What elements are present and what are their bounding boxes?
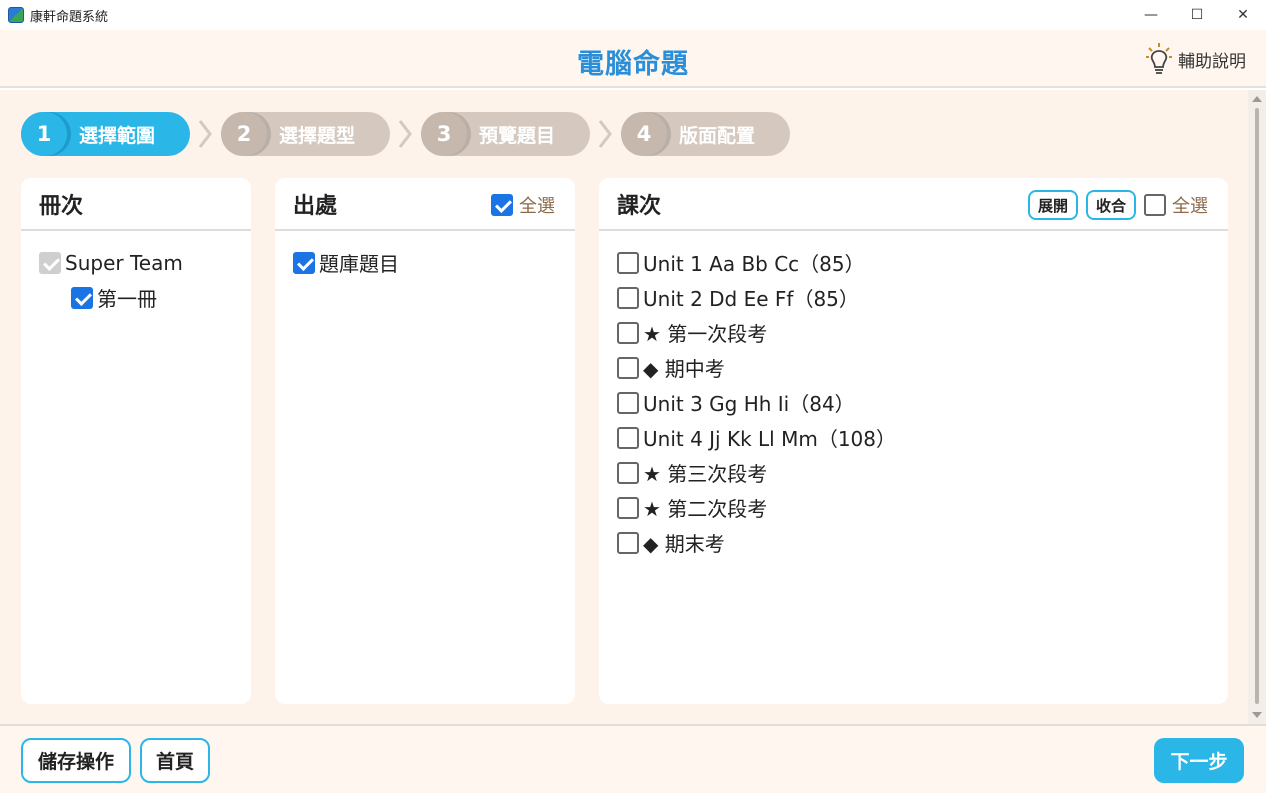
step-select-range[interactable]: 1 選擇範圍 [21,112,190,156]
panel-title: 冊次 [39,193,84,219]
volume-label: 第一冊 [97,287,157,311]
volume-label: Super Team [65,250,183,275]
lesson-label: Unit 1 Aa Bb Cc（85） [643,252,865,276]
step-preview[interactable]: 3 預覽題目 [421,112,590,156]
select-all-checkbox[interactable] [491,194,513,216]
checkbox[interactable] [293,251,315,274]
step-label: 預覽題目 [479,124,556,147]
checkbox[interactable] [617,426,639,449]
lesson-label: ★ 第一次段考 [643,322,768,346]
select-all-label: 全選 [519,196,555,217]
source-label: 題庫題目 [319,252,399,276]
checkbox[interactable] [617,391,639,414]
scroll-down-icon[interactable] [1252,712,1262,718]
lesson-item[interactable]: ◆ 期末考 [617,525,1210,560]
help-label: 輔助說明 [1178,51,1246,72]
checkbox[interactable] [617,496,639,519]
save-button[interactable]: 儲存操作 [21,738,131,783]
lesson-list: Unit 1 Aa Bb Cc（85） Unit 2 Dd Ee Ff（85） … [599,231,1228,574]
checkbox[interactable] [617,286,639,309]
main-area: 1 選擇範圍 2 選擇題型 3 預覽題目 4 版面配置 冊次 Super Tea… [0,90,1248,724]
lesson-item[interactable]: ★ 第二次段考 [617,490,1210,525]
volume-list: Super Team 第一冊 [21,231,251,329]
lesson-label: ★ 第二次段考 [643,497,768,521]
chevron-right-icon [198,120,212,148]
step-layout[interactable]: 4 版面配置 [621,112,790,156]
lesson-item[interactable]: ★ 第三次段考 [617,455,1210,490]
lesson-panel: 課次 展開 收合 全選 Unit 1 Aa Bb Cc（85） Unit 2 D… [599,178,1228,704]
checkbox[interactable] [71,286,93,309]
page-header: 電腦命題 輔助說明 [0,30,1266,88]
panel-title: 出處 [293,193,338,219]
volume-item-series[interactable]: Super Team [39,245,233,280]
chevron-right-icon [398,120,412,148]
lesson-label: ★ 第三次段考 [643,462,768,486]
window-title: 康軒命題系統 [30,9,109,25]
step-number: 4 [621,112,667,156]
checkbox[interactable] [617,461,639,484]
source-list: 題庫題目 [275,231,575,294]
step-number: 2 [221,112,267,156]
page-footer: 儲存操作 首頁 下一步 [0,724,1266,793]
lesson-header-controls: 展開 收合 全選 [1027,190,1208,220]
lesson-item[interactable]: Unit 4 Jj Kk Ll Mm（108） [617,420,1210,455]
vertical-scrollbar[interactable] [1248,90,1266,724]
chevron-right-icon [598,120,612,148]
next-button[interactable]: 下一步 [1154,738,1244,783]
window-controls: — ☐ ✕ [1128,0,1266,30]
step-number: 3 [421,112,467,156]
source-select-all[interactable]: 全選 [491,192,555,218]
panel-title: 課次 [617,193,662,219]
step-label: 選擇題型 [279,124,356,147]
scroll-thumb[interactable] [1255,108,1259,704]
checkbox[interactable] [617,251,639,274]
lesson-item[interactable]: ◆ 期中考 [617,350,1210,385]
source-panel: 出處 全選 題庫題目 [275,178,575,704]
minimize-button[interactable]: — [1128,0,1174,30]
close-button[interactable]: ✕ [1220,0,1266,30]
volume-panel: 冊次 Super Team 第一冊 [21,178,251,704]
checkbox[interactable] [617,321,639,344]
source-item[interactable]: 題庫題目 [293,245,557,280]
expand-button[interactable]: 展開 [1027,190,1078,220]
help-button[interactable]: 輔助說明 [1146,42,1246,76]
lesson-label: ◆ 期末考 [643,532,725,556]
lesson-item[interactable]: ★ 第一次段考 [617,315,1210,350]
lesson-item[interactable]: Unit 1 Aa Bb Cc（85） [617,245,1210,280]
select-all-label[interactable]: 全選 [1172,192,1208,218]
lesson-label: Unit 3 Gg Hh Ii（84） [643,392,855,416]
lesson-item[interactable]: Unit 2 Dd Ee Ff（85） [617,280,1210,315]
window-titlebar: 康軒命題系統 — ☐ ✕ [0,0,1266,30]
scroll-up-icon[interactable] [1252,96,1262,102]
maximize-button[interactable]: ☐ [1174,0,1220,30]
lesson-item[interactable]: Unit 3 Gg Hh Ii（84） [617,385,1210,420]
home-button[interactable]: 首頁 [140,738,210,783]
source-panel-header: 出處 全選 [275,178,575,231]
checkbox[interactable] [617,531,639,554]
select-all-checkbox[interactable] [1144,194,1166,216]
checkbox[interactable] [39,251,61,274]
lesson-label: Unit 4 Jj Kk Ll Mm（108） [643,427,896,451]
step-select-type[interactable]: 2 選擇題型 [221,112,390,156]
collapse-button[interactable]: 收合 [1085,190,1136,220]
lesson-label: ◆ 期中考 [643,357,725,381]
volume-item-book[interactable]: 第一冊 [39,280,233,315]
app-icon [8,7,24,23]
lesson-label: Unit 2 Dd Ee Ff（85） [643,287,859,311]
checkbox[interactable] [617,356,639,379]
volume-panel-header: 冊次 [21,178,251,231]
step-number: 1 [21,112,67,156]
lightbulb-icon [1146,43,1172,74]
page-title: 電腦命題 [577,49,689,80]
lesson-panel-header: 課次 展開 收合 全選 [599,178,1228,231]
step-label: 版面配置 [679,124,756,147]
step-label: 選擇範圍 [79,124,156,147]
